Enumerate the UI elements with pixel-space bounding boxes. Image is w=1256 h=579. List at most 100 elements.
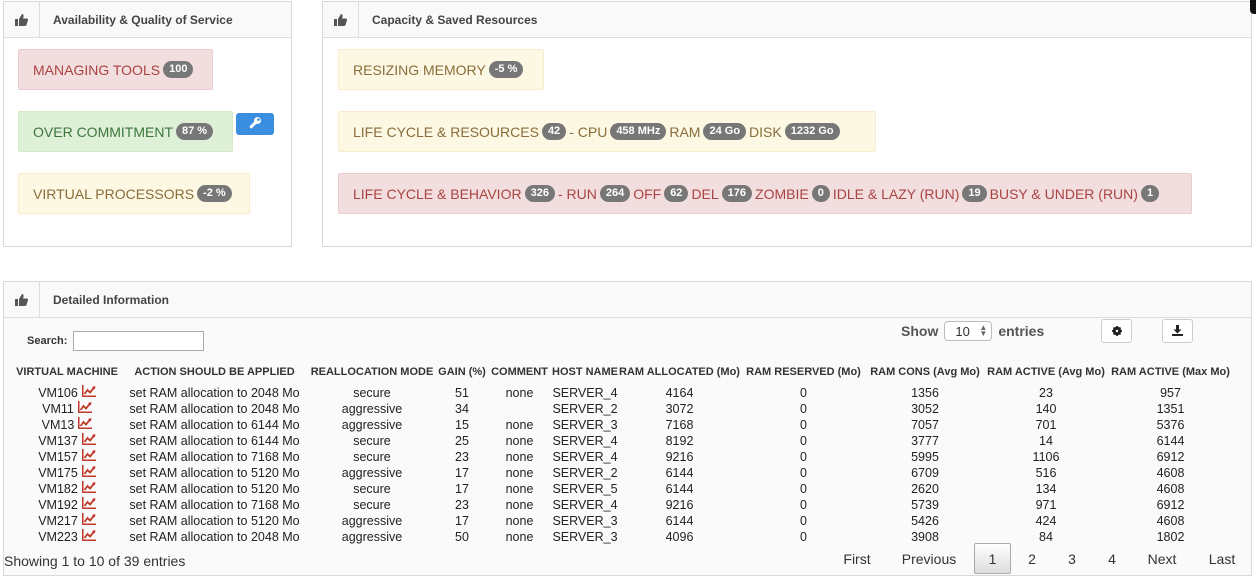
table-row[interactable]: VM182 set RAM allocation to 5120 Mo secure… — [12, 481, 1233, 497]
table-cell: none — [505, 449, 534, 464]
table-cell: VM106 — [12, 382, 122, 401]
column-header[interactable]: REALLOCATION MODE — [307, 362, 437, 382]
table-cell: 5739 — [911, 497, 939, 512]
table-row[interactable]: VM13 set RAM allocation to 6144 Mo aggress… — [12, 417, 1233, 433]
line-chart-icon[interactable] — [77, 401, 92, 417]
table-cell: SERVER_4 — [552, 449, 618, 464]
line-chart-icon[interactable] — [81, 433, 96, 449]
page-link-1[interactable]: 1 — [974, 543, 1011, 574]
table-row[interactable]: VM217 set RAM allocation to 5120 Mo aggres… — [12, 513, 1233, 529]
table-row[interactable]: VM175 set RAM allocation to 5120 Mo aggres… — [12, 465, 1233, 481]
vm-name: VM13 — [41, 417, 75, 432]
column-header[interactable]: VIRTUAL MACHINE — [12, 362, 122, 382]
resizing-memory-badge: -5 % — [488, 61, 524, 78]
page-link-2[interactable]: 2 — [1017, 543, 1047, 574]
zombie-label: ZOMBIE — [755, 185, 809, 202]
page-link-3[interactable]: 3 — [1057, 543, 1087, 574]
table-row[interactable]: VM11 set RAM allocation to 2048 Mo aggress… — [12, 401, 1233, 417]
line-chart-icon[interactable] — [81, 497, 96, 513]
vm-name: VM223 — [38, 529, 78, 544]
managing-tools-box[interactable]: MANAGING TOOLS 100 — [18, 49, 213, 90]
table-cell: 0 — [800, 481, 807, 496]
line-chart-icon[interactable] — [81, 385, 96, 401]
column-header[interactable]: RAM RESERVED (Mo) — [741, 362, 866, 382]
table-cell: 140 — [1035, 401, 1057, 416]
table-cell: secure — [353, 497, 391, 512]
export-button[interactable] — [1162, 319, 1193, 343]
search-input[interactable] — [73, 331, 204, 351]
table-cell: set RAM allocation to 6144 Mo — [129, 433, 300, 448]
cpu-label: - CPU — [569, 123, 608, 140]
virtual-processors-box[interactable]: VIRTUAL PROCESSORS -2 % — [18, 173, 250, 214]
thumbs-up-icon — [4, 2, 40, 37]
resizing-memory-box[interactable]: RESIZING MEMORY -5 % — [338, 49, 544, 90]
table-cell: SERVER_3 — [552, 529, 618, 544]
table-cell: set RAM allocation to 5120 Mo — [129, 513, 300, 528]
table-row[interactable]: VM137 set RAM allocation to 6144 Mo secure… — [12, 433, 1233, 449]
table-cell: secure — [353, 433, 391, 448]
table-row[interactable]: VM157 set RAM allocation to 7168 Mo secure… — [12, 449, 1233, 465]
next-page-link[interactable]: Next — [1140, 543, 1184, 574]
column-header[interactable]: ACTION SHOULD BE APPLIED — [122, 362, 307, 382]
previous-page-link[interactable]: Previous — [896, 543, 962, 574]
table-cell: 957 — [1160, 385, 1181, 400]
last-page-link[interactable]: Last — [1202, 543, 1242, 574]
column-header[interactable]: GAIN (%) — [437, 362, 487, 382]
over-commitment-box[interactable]: OVER COMMITMENT 87 % — [18, 111, 233, 152]
life-cycle-resources-label: LIFE CYCLE & RESOURCES — [353, 123, 539, 140]
table-row[interactable]: VM192 set RAM allocation to 7168 Mo secure… — [12, 497, 1233, 513]
cpu-badge: 458 MHz — [610, 123, 667, 140]
panel-title: Detailed Information — [53, 293, 170, 307]
line-chart-icon[interactable] — [81, 449, 96, 465]
availability-panel-header: Availability & Quality of Service — [4, 2, 291, 38]
column-header[interactable]: RAM ACTIVE (Max Mo) — [1108, 362, 1233, 382]
table-cell: 17 — [455, 513, 469, 528]
table-cell: set RAM allocation to 6144 Mo — [129, 417, 300, 432]
table-row[interactable]: VM223 set RAM allocation to 2048 Mo aggres… — [12, 529, 1233, 545]
show-label: Show — [901, 323, 939, 339]
table-cell: 3777 — [911, 433, 939, 448]
table-cell: VM157 — [12, 449, 122, 465]
vm-name-cell: VM137 — [38, 433, 96, 449]
table-cell: none — [505, 529, 534, 544]
table-cell: VM175 — [12, 465, 122, 481]
table-row[interactable]: VM106 set RAM allocation to 2048 Mo secure… — [12, 382, 1233, 401]
column-header[interactable]: RAM ALLOCATED (Mo) — [618, 362, 741, 382]
line-chart-icon[interactable] — [81, 513, 96, 529]
column-header[interactable]: RAM ACTIVE (Avg Mo) — [984, 362, 1108, 382]
table-cell: none — [505, 513, 534, 528]
life-cycle-behavior-box[interactable]: LIFE CYCLE & BEHAVIOR 326 - RUN 264 OFF … — [338, 173, 1192, 214]
run-label: - RUN — [557, 185, 597, 202]
settings-button[interactable] — [1101, 319, 1132, 343]
column-header[interactable]: COMMENT — [487, 362, 552, 382]
table-cell: secure — [353, 385, 391, 400]
page-size-value: 10 — [955, 323, 970, 339]
table-cell: VM223 — [12, 529, 122, 545]
idle-lazy-badge: 19 — [962, 185, 987, 202]
table-cell: set RAM allocation to 7168 Mo — [129, 449, 300, 464]
download-icon — [1172, 324, 1183, 339]
page-size-control: Show 10 ▲ ▼ entries — [901, 321, 1044, 341]
table-cell: 701 — [1035, 417, 1057, 432]
table-cell: 6912 — [1156, 449, 1185, 464]
life-cycle-resources-box[interactable]: LIFE CYCLE & RESOURCES 42 - CPU 458 MHz … — [338, 111, 876, 152]
table-cell: 0 — [800, 449, 807, 464]
first-page-link[interactable]: First — [836, 543, 878, 574]
panel-title: Capacity & Saved Resources — [372, 13, 538, 27]
table-cell: 0 — [800, 465, 807, 480]
table-cell: 7057 — [911, 417, 939, 432]
page-link-4[interactable]: 4 — [1097, 543, 1127, 574]
vm-name: VM157 — [38, 449, 78, 464]
wrench-button[interactable] — [236, 113, 274, 135]
line-chart-icon[interactable] — [81, 481, 96, 497]
table-cell — [487, 401, 552, 417]
table-cell: 4608 — [1156, 513, 1185, 528]
page-size-select[interactable]: 10 ▲ ▼ — [944, 321, 993, 341]
column-header[interactable]: RAM CONS (Avg Mo) — [866, 362, 984, 382]
vm-name: VM106 — [38, 385, 78, 400]
column-header[interactable]: HOST NAME — [552, 362, 618, 382]
managing-tools-badge: 100 — [163, 61, 194, 78]
line-chart-icon[interactable] — [81, 529, 96, 545]
line-chart-icon[interactable] — [81, 465, 96, 481]
line-chart-icon[interactable] — [78, 417, 93, 433]
